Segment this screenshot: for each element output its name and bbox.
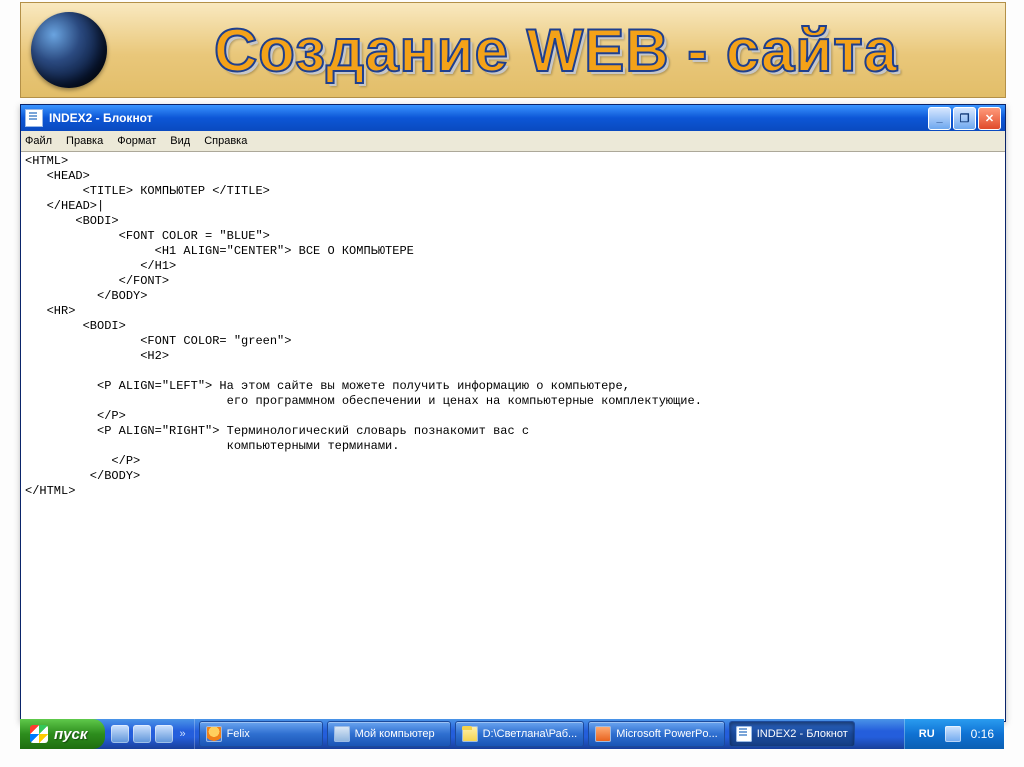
quicklaunch-icon[interactable] xyxy=(111,725,129,743)
close-button[interactable]: ✕ xyxy=(978,107,1001,130)
quicklaunch-more-icon[interactable]: » xyxy=(177,728,187,740)
quicklaunch-icon[interactable] xyxy=(133,725,151,743)
windows-flag-icon xyxy=(30,725,48,743)
taskbar-task[interactable]: D:\Светлана\Раб... xyxy=(455,721,585,747)
titlebar[interactable]: INDEX2 - Блокнот _ ❐ ✕ xyxy=(21,105,1005,131)
task-label: D:\Светлана\Раб... xyxy=(483,728,578,740)
editor-area[interactable]: <HTML> <HEAD> <TITLE> КОМПЬЮТЕР </TITLE>… xyxy=(21,152,1005,721)
menu-help[interactable]: Справка xyxy=(204,135,247,147)
notepad-window: INDEX2 - Блокнот _ ❐ ✕ Файл Правка Форма… xyxy=(20,104,1006,722)
np-icon xyxy=(736,726,752,742)
task-label: Felix xyxy=(227,728,250,740)
system-tray: RU 0:16 xyxy=(904,719,1004,749)
taskbar-task[interactable]: Felix xyxy=(199,721,323,747)
slide-banner: Создание WEB - сайта xyxy=(20,2,1006,98)
globe-icon xyxy=(31,12,107,88)
clock[interactable]: 0:16 xyxy=(971,727,994,741)
menu-view[interactable]: Вид xyxy=(170,135,190,147)
language-indicator[interactable]: RU xyxy=(919,728,935,740)
window-title: INDEX2 - Блокнот xyxy=(49,111,153,125)
taskbar-task[interactable]: Microsoft PowerPo... xyxy=(588,721,724,747)
menu-file[interactable]: Файл xyxy=(25,135,52,147)
maximize-button[interactable]: ❐ xyxy=(953,107,976,130)
task-label: Мой компьютер xyxy=(355,728,435,740)
slide-title: Создание WEB - сайта xyxy=(107,16,1005,85)
quicklaunch-icon[interactable] xyxy=(155,725,173,743)
taskbar-task[interactable]: Мой компьютер xyxy=(327,721,451,747)
start-label: пуск xyxy=(54,726,87,743)
fx-icon xyxy=(206,726,222,742)
task-label: Microsoft PowerPo... xyxy=(616,728,717,740)
quicklaunch: » xyxy=(105,719,194,749)
menubar: Файл Правка Формат Вид Справка xyxy=(21,131,1005,152)
menu-edit[interactable]: Правка xyxy=(66,135,103,147)
minimize-button[interactable]: _ xyxy=(928,107,951,130)
fold-icon xyxy=(462,726,478,742)
pc-icon xyxy=(334,726,350,742)
notepad-icon xyxy=(25,109,43,127)
pp-icon xyxy=(595,726,611,742)
tray-icon[interactable] xyxy=(945,726,961,742)
task-buttons: Felix Мой компьютер D:\Светлана\Раб... Micr… xyxy=(195,719,904,749)
taskbar-task[interactable]: INDEX2 - Блокнот xyxy=(729,721,855,747)
start-button[interactable]: пуск xyxy=(20,719,105,749)
menu-format[interactable]: Формат xyxy=(117,135,156,147)
taskbar: пуск » Felix Мой компьютер D:\Светлана\Раб… xyxy=(20,719,1004,749)
task-label: INDEX2 - Блокнот xyxy=(757,728,848,740)
